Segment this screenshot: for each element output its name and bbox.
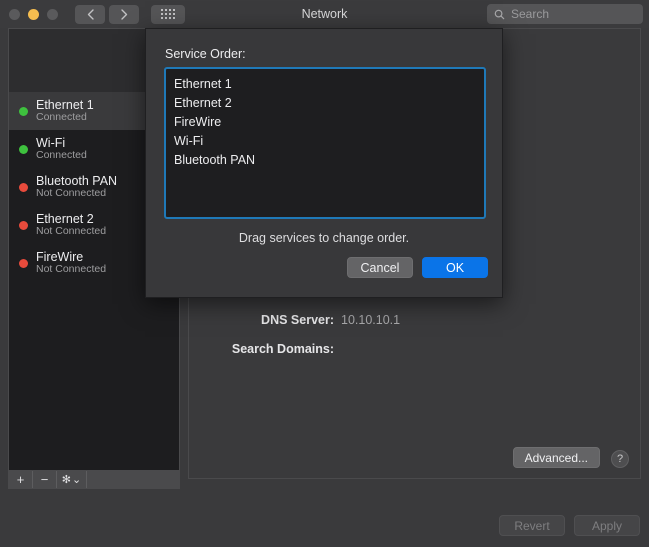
window-footer-actions: Revert Apply bbox=[499, 515, 640, 536]
window-titlebar: Network Search bbox=[0, 0, 649, 28]
close-button[interactable] bbox=[9, 8, 20, 20]
show-all-preferences-button[interactable] bbox=[151, 4, 185, 24]
status-dot-icon bbox=[19, 258, 28, 268]
network-preferences-window: Network Search Ethernet 1 Connected › bbox=[0, 0, 649, 547]
list-item[interactable]: Bluetooth PAN bbox=[171, 151, 484, 170]
service-name: Ethernet 1 bbox=[36, 98, 94, 113]
dns-server-value: 10.10.10.1 bbox=[341, 313, 401, 327]
ok-button[interactable]: OK bbox=[422, 257, 488, 278]
service-status: Not Connected bbox=[36, 263, 107, 276]
list-item[interactable]: Ethernet 1 bbox=[171, 75, 484, 94]
dialog-title: Service Order: bbox=[165, 47, 246, 61]
list-item[interactable]: Ethernet 2 bbox=[171, 94, 484, 113]
list-item[interactable]: FireWire bbox=[171, 113, 484, 132]
gear-icon: ✻ bbox=[61, 474, 71, 486]
remove-service-button[interactable]: − bbox=[33, 471, 57, 488]
advanced-button[interactable]: Advanced... bbox=[512, 447, 600, 468]
back-button[interactable] bbox=[75, 4, 105, 24]
service-actions-menu-button[interactable]: ✻ ⌄ bbox=[57, 471, 87, 488]
service-order-dialog: Service Order: Ethernet 1 Ethernet 2 Fir… bbox=[145, 28, 503, 298]
help-button[interactable]: ? bbox=[611, 450, 629, 468]
status-dot-icon bbox=[19, 144, 28, 154]
cancel-button[interactable]: Cancel bbox=[347, 257, 413, 278]
minimize-button[interactable] bbox=[28, 8, 39, 20]
service-name: Wi-Fi bbox=[36, 136, 66, 151]
dialog-buttons: Cancel OK bbox=[347, 257, 488, 278]
forward-button[interactable] bbox=[109, 4, 139, 24]
chevron-down-icon: ⌄ bbox=[72, 474, 82, 486]
service-name: Bluetooth PAN bbox=[36, 174, 118, 189]
status-dot-icon bbox=[19, 106, 28, 116]
list-item[interactable]: Wi-Fi bbox=[171, 132, 484, 151]
dns-server-row: DNS Server: 10.10.10.1 bbox=[189, 313, 400, 327]
zoom-button[interactable] bbox=[47, 8, 58, 20]
revert-button[interactable]: Revert bbox=[499, 515, 565, 536]
service-status: Not Connected bbox=[36, 225, 107, 238]
chevron-left-icon bbox=[87, 8, 94, 20]
navigation-buttons bbox=[75, 4, 139, 24]
add-service-button[interactable]: + bbox=[9, 471, 33, 488]
apply-button[interactable]: Apply bbox=[574, 515, 640, 536]
status-dot-icon bbox=[19, 220, 28, 230]
chevron-right-icon bbox=[120, 8, 127, 20]
status-dot-icon bbox=[19, 182, 28, 192]
sidebar-toolbar-spacer bbox=[87, 471, 179, 488]
dialog-hint-text: Drag services to change order. bbox=[238, 231, 410, 245]
traffic-light-controls bbox=[9, 8, 58, 20]
service-name: Ethernet 2 bbox=[36, 212, 94, 227]
service-status: Not Connected bbox=[36, 187, 107, 200]
grid-view-icon bbox=[161, 9, 175, 19]
search-icon bbox=[494, 9, 505, 19]
dns-server-label: DNS Server: bbox=[261, 313, 334, 327]
search-domains-row: Search Domains: bbox=[189, 342, 341, 356]
search-field[interactable]: Search bbox=[487, 4, 643, 24]
search-placeholder: Search bbox=[511, 7, 550, 21]
service-name: FireWire bbox=[36, 250, 84, 265]
sidebar-toolbar: + − ✻ ⌄ bbox=[8, 470, 180, 489]
search-domains-label: Search Domains: bbox=[231, 342, 334, 356]
service-status: Connected bbox=[36, 111, 87, 124]
service-status: Connected bbox=[36, 149, 87, 162]
service-order-list[interactable]: Ethernet 1 Ethernet 2 FireWire Wi-Fi Blu… bbox=[164, 67, 486, 219]
